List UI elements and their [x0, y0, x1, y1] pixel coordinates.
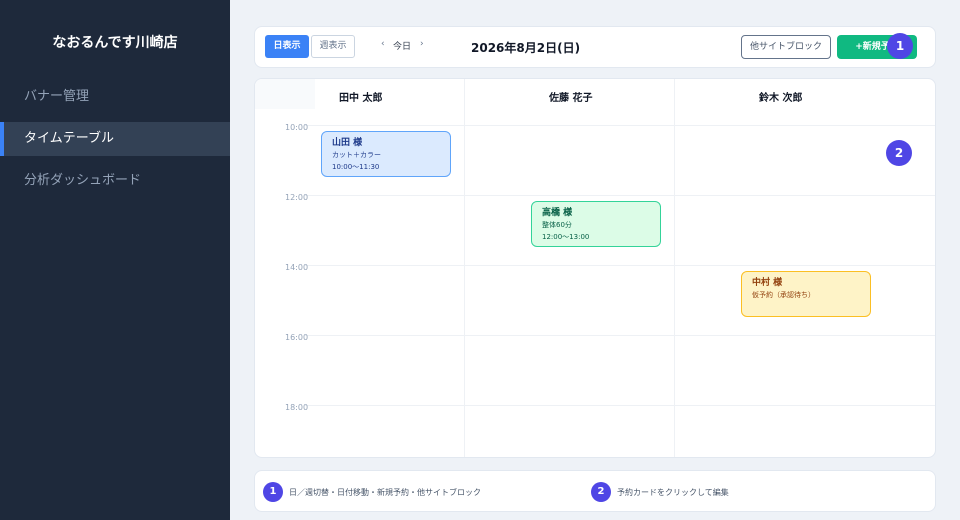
week-view-button[interactable]: 週表示: [311, 35, 355, 58]
appointment-customer: 中村 様: [752, 278, 783, 288]
time-label: 14:00: [285, 263, 309, 272]
staff-header: 田中 太郎: [339, 93, 383, 104]
appointment-customer: 高橋 様: [542, 208, 573, 218]
day-view-button[interactable]: 日表示: [265, 35, 309, 58]
legend-badge-2: 2: [591, 482, 611, 502]
today-button[interactable]: 今日: [393, 39, 411, 52]
time-label: 18:00: [285, 403, 309, 412]
appointment-card[interactable]: 中村 様 仮予約（承認待ち）: [741, 271, 871, 317]
timetable-grid: 田中 太郎 佐藤 花子 鈴木 次郎 10:00 12:00 14:00 16:0…: [254, 78, 936, 458]
appointment-card[interactable]: 山田 様 カット＋カラー 10:00〜11:30: [321, 131, 451, 177]
appointment-time: 12:00〜13:00: [542, 233, 590, 241]
time-label: 12:00: [285, 193, 309, 202]
time-label: 16:00: [285, 333, 309, 342]
store-name: なおるんです川崎店: [52, 35, 178, 51]
column-divider: [674, 79, 675, 457]
row-divider: [305, 125, 935, 126]
appointment-detail: 仮予約（承認待ち）: [752, 291, 815, 299]
staff-header: 鈴木 次郎: [759, 93, 803, 104]
appointment-detail: 整体60分: [542, 221, 572, 229]
appointment-card[interactable]: 高橋 様 整体60分 12:00〜13:00: [531, 201, 661, 247]
sidebar: なおるんです川崎店 バナー管理 タイムテーブル 分析ダッシュボード: [0, 0, 230, 520]
row-divider: [305, 335, 935, 336]
time-label: 10:00: [285, 123, 309, 132]
row-divider: [305, 195, 935, 196]
callout-badge-1: 1: [887, 33, 913, 59]
time-column-header: [255, 79, 315, 109]
legend-text-2: 予約カードをクリックして編集: [617, 488, 729, 497]
sidebar-item-timetable[interactable]: タイムテーブル: [0, 122, 230, 156]
sidebar-item-analytics-dashboard[interactable]: 分析ダッシュボード: [0, 164, 230, 198]
row-divider: [305, 265, 935, 266]
legend-badge-1: 1: [263, 482, 283, 502]
staff-header: 佐藤 花子: [549, 93, 593, 104]
appointment-detail: カット＋カラー: [332, 151, 381, 159]
appointment-time: 10:00〜11:30: [332, 163, 380, 171]
column-divider: [464, 79, 465, 457]
sidebar-item-banner-management[interactable]: バナー管理: [0, 80, 230, 114]
callout-badge-2: 2: [886, 140, 912, 166]
toolbar: 日表示 週表示 ‹ 今日 › 2026年8月2日(日) 他サイトブロック +新規…: [254, 26, 936, 68]
legend: 1 日／週切替・日付移動・新規予約・他サイトブロック 2 予約カードをクリックし…: [254, 470, 936, 512]
legend-text-1: 日／週切替・日付移動・新規予約・他サイトブロック: [289, 488, 481, 497]
prev-date-icon[interactable]: ‹: [381, 39, 385, 49]
row-divider: [305, 405, 935, 406]
next-date-icon[interactable]: ›: [420, 39, 424, 49]
current-date: 2026年8月2日(日): [471, 41, 581, 55]
block-other-site-button[interactable]: 他サイトブロック: [741, 35, 831, 59]
appointment-customer: 山田 様: [332, 138, 363, 148]
